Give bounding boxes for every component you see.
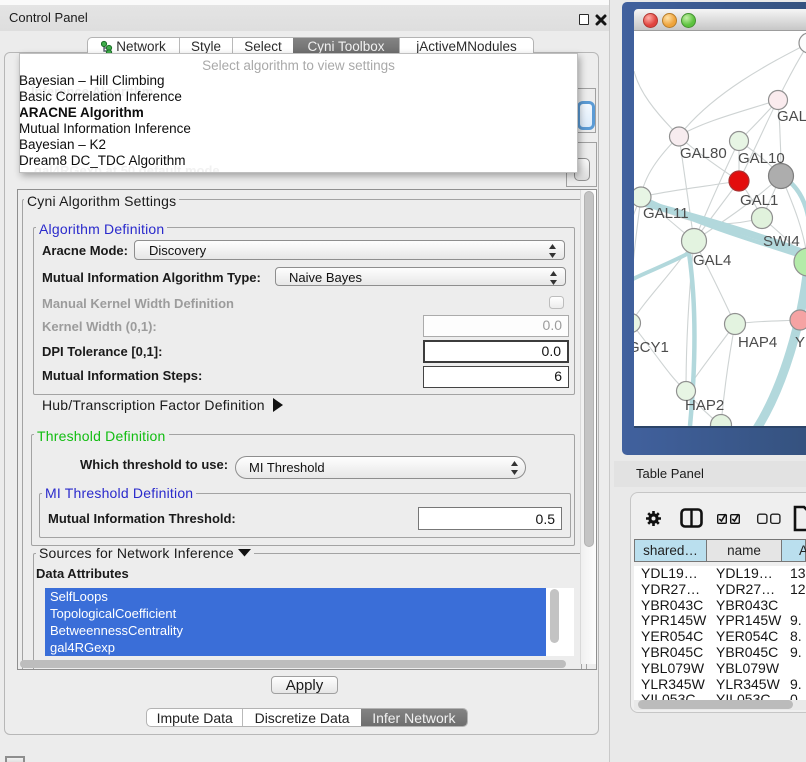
- svg-text:GAL10: GAL10: [738, 150, 785, 167]
- svg-text:GCY1: GCY1: [634, 339, 669, 356]
- svg-text:GAL1: GAL1: [740, 192, 778, 209]
- svg-text:GAL4: GAL4: [693, 252, 731, 269]
- svg-text:GAL11: GAL11: [643, 205, 689, 222]
- svg-text:SWI4: SWI4: [763, 233, 800, 250]
- svg-text:HAP4: HAP4: [738, 334, 777, 351]
- svg-text:YE: YE: [795, 334, 806, 351]
- svg-text:GAL8: GAL8: [777, 108, 806, 125]
- svg-text:HAP2: HAP2: [685, 397, 724, 414]
- svg-text:GAL80: GAL80: [680, 145, 727, 162]
